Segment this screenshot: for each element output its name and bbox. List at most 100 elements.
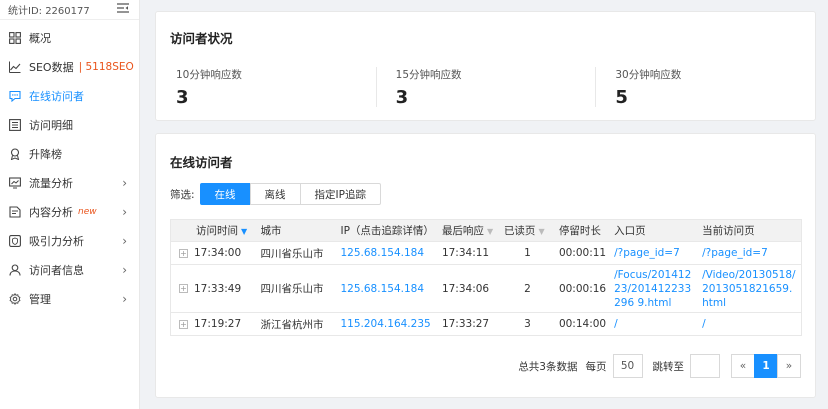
jump-page-input[interactable] — [690, 354, 720, 378]
chevron-right-icon: › — [122, 175, 127, 190]
last-response: 17:34:06 — [437, 264, 500, 313]
expand-row-icon[interactable]: + — [179, 319, 188, 329]
sort-desc-icon[interactable]: ▼ — [241, 227, 247, 236]
pagination: 总共3条数据 每页 50 跳转至 « 1 » — [518, 354, 801, 378]
filter-label: 筛选: — [170, 188, 195, 201]
col-pages-read[interactable]: 已读页 ▼ — [499, 219, 555, 242]
sidebar-item-content[interactable]: 内容分析 new › — [0, 197, 139, 226]
next-page-button[interactable]: » — [777, 354, 801, 378]
stat-label: 30分钟响应数 — [615, 69, 682, 81]
col-city: 城市 — [256, 219, 337, 242]
online-visitors-title: 在线访问者 — [170, 155, 233, 170]
badge-icon — [9, 147, 21, 160]
current-page-link[interactable]: / — [698, 312, 802, 336]
visitor-status-title: 访问者状况 — [170, 31, 233, 46]
chevron-right-icon: › — [122, 262, 127, 277]
collapse-menu-icon[interactable] — [117, 3, 129, 16]
seo-partner-label[interactable]: | 5118SEO — [79, 61, 134, 73]
stat-label: 10分钟响应数 — [176, 69, 242, 81]
city: 浙江省杭州市 — [256, 312, 337, 336]
city: 四川省乐山市 — [256, 241, 337, 265]
sidebar-item-attraction[interactable]: 吸引力分析 › — [0, 226, 139, 255]
sidebar-item-label: 升降榜 — [29, 147, 62, 161]
ip-link[interactable]: 125.68.154.184 — [336, 264, 438, 313]
visit-time: 17:33:49 — [194, 282, 242, 295]
ip-link[interactable]: 115.204.164.235 — [336, 312, 438, 336]
sidebar-item-online-visitors[interactable]: 在线访问者 — [0, 81, 139, 110]
stay-duration: 00:00:16 — [554, 264, 611, 313]
trend-icon — [9, 61, 21, 73]
content-icon — [9, 205, 21, 218]
col-current-page: 当前访问页 — [698, 219, 802, 242]
per-page-select[interactable]: 50 — [612, 354, 643, 378]
filter-ip-track-button[interactable]: 指定IP追踪 — [299, 183, 381, 205]
current-page-link[interactable]: /Video/20130518/ 2013051821659. html — [698, 264, 802, 313]
prev-page-button[interactable]: « — [731, 354, 755, 378]
chevron-right-icon: › — [122, 204, 127, 219]
stat-10min: 10分钟响应数 3 — [156, 65, 376, 109]
stats-row: 10分钟响应数 3 15分钟响应数 3 30分钟响应数 5 — [156, 65, 815, 109]
chevron-right-icon: › — [122, 291, 127, 306]
flow-icon — [9, 176, 21, 189]
sidebar-item-visit-details[interactable]: 访问明细 — [0, 110, 139, 139]
sidebar-item-overview[interactable]: 概况 — [0, 23, 139, 52]
sidebar-header: 统计ID: 2260177 — [0, 0, 139, 20]
sidebar-item-label: 内容分析 — [29, 205, 73, 219]
gear-icon — [9, 292, 21, 305]
table-row: +17:33:49 四川省乐山市 125.68.154.184 17:34:06… — [170, 264, 802, 313]
entry-page-link[interactable]: /Focus/20141223/201412233296 9.html — [610, 264, 699, 313]
per-page-label: 每页 — [585, 360, 607, 373]
sidebar-item-rank[interactable]: 升降榜 — [0, 139, 139, 168]
stat-label: 15分钟响应数 — [395, 69, 462, 81]
total-summary: 总共3条数据 — [518, 360, 578, 373]
col-visit-time[interactable]: 访问时间 ▼ — [170, 219, 257, 242]
current-page-link[interactable]: /?page_id=7 — [698, 241, 802, 265]
pages-read: 2 — [499, 264, 555, 313]
sidebar-item-traffic[interactable]: 流量分析 › — [0, 168, 139, 197]
expand-row-icon[interactable]: + — [179, 248, 188, 258]
filter-online-button[interactable]: 在线 — [199, 183, 251, 205]
col-entry-page: 入口页 — [610, 219, 699, 242]
ip-link[interactable]: 125.68.154.184 — [336, 241, 438, 265]
table-row: +17:19:27 浙江省杭州市 115.204.164.235 17:33:2… — [170, 312, 802, 336]
stat-value: 3 — [176, 87, 189, 108]
col-ip: IP（点击追踪详情） — [336, 219, 438, 242]
last-response: 17:34:11 — [437, 241, 500, 265]
stat-value: 5 — [615, 87, 628, 108]
online-visitors-card: 在线访问者 筛选: 在线 离线 指定IP追踪 访问时间 ▼ 城市 IP（点击追踪详… — [155, 133, 816, 398]
chat-icon — [9, 90, 21, 102]
sort-icon[interactable]: ▼ — [538, 227, 544, 236]
sidebar-item-visitor-info[interactable]: 访问者信息 › — [0, 255, 139, 284]
sidebar-item-label: 访问者信息 — [29, 263, 84, 277]
sidebar-item-seo[interactable]: SEO数据 | 5118SEO — [0, 52, 139, 81]
stat-15min: 15分钟响应数 3 — [375, 65, 596, 109]
expand-row-icon[interactable]: + — [179, 284, 188, 293]
stat-value: 3 — [395, 87, 409, 108]
list-icon — [9, 118, 21, 131]
sidebar-item-label: 管理 — [29, 292, 51, 306]
sidebar-item-label: 流量分析 — [29, 176, 73, 190]
visit-time: 17:19:27 — [194, 318, 242, 330]
col-last-response[interactable]: 最后响应 ▼ — [437, 219, 500, 242]
filter-offline-button[interactable]: 离线 — [249, 183, 301, 205]
user-icon — [9, 263, 21, 276]
pages-read: 3 — [499, 312, 555, 336]
stay-duration: 00:14:00 — [554, 312, 611, 336]
table-header-row: 访问时间 ▼ 城市 IP（点击追踪详情） 最后响应 ▼ 已读页 ▼ 停留时长 入口页 … — [170, 219, 802, 242]
page-1-button[interactable]: 1 — [754, 354, 778, 378]
visit-time: 17:34:00 — [194, 247, 242, 259]
sidebar-item-manage[interactable]: 管理 › — [0, 284, 139, 313]
new-badge: new — [78, 206, 97, 217]
stat-30min: 30分钟响应数 5 — [595, 65, 815, 109]
sidebar-item-label: 概况 — [29, 31, 51, 45]
city: 四川省乐山市 — [256, 264, 337, 313]
entry-page-link[interactable]: / — [610, 312, 699, 336]
sort-icon[interactable]: ▼ — [487, 227, 493, 236]
shield-icon — [9, 234, 21, 247]
pages-read: 1 — [499, 241, 555, 265]
grid-icon — [9, 31, 21, 44]
sidebar-item-label: 吸引力分析 — [29, 234, 84, 248]
entry-page-link[interactable]: /?page_id=7 — [610, 241, 699, 265]
sidebar-item-label: 在线访问者 — [29, 89, 84, 103]
visitors-table: 访问时间 ▼ 城市 IP（点击追踪详情） 最后响应 ▼ 已读页 ▼ 停留时长 入口页 … — [170, 219, 802, 336]
